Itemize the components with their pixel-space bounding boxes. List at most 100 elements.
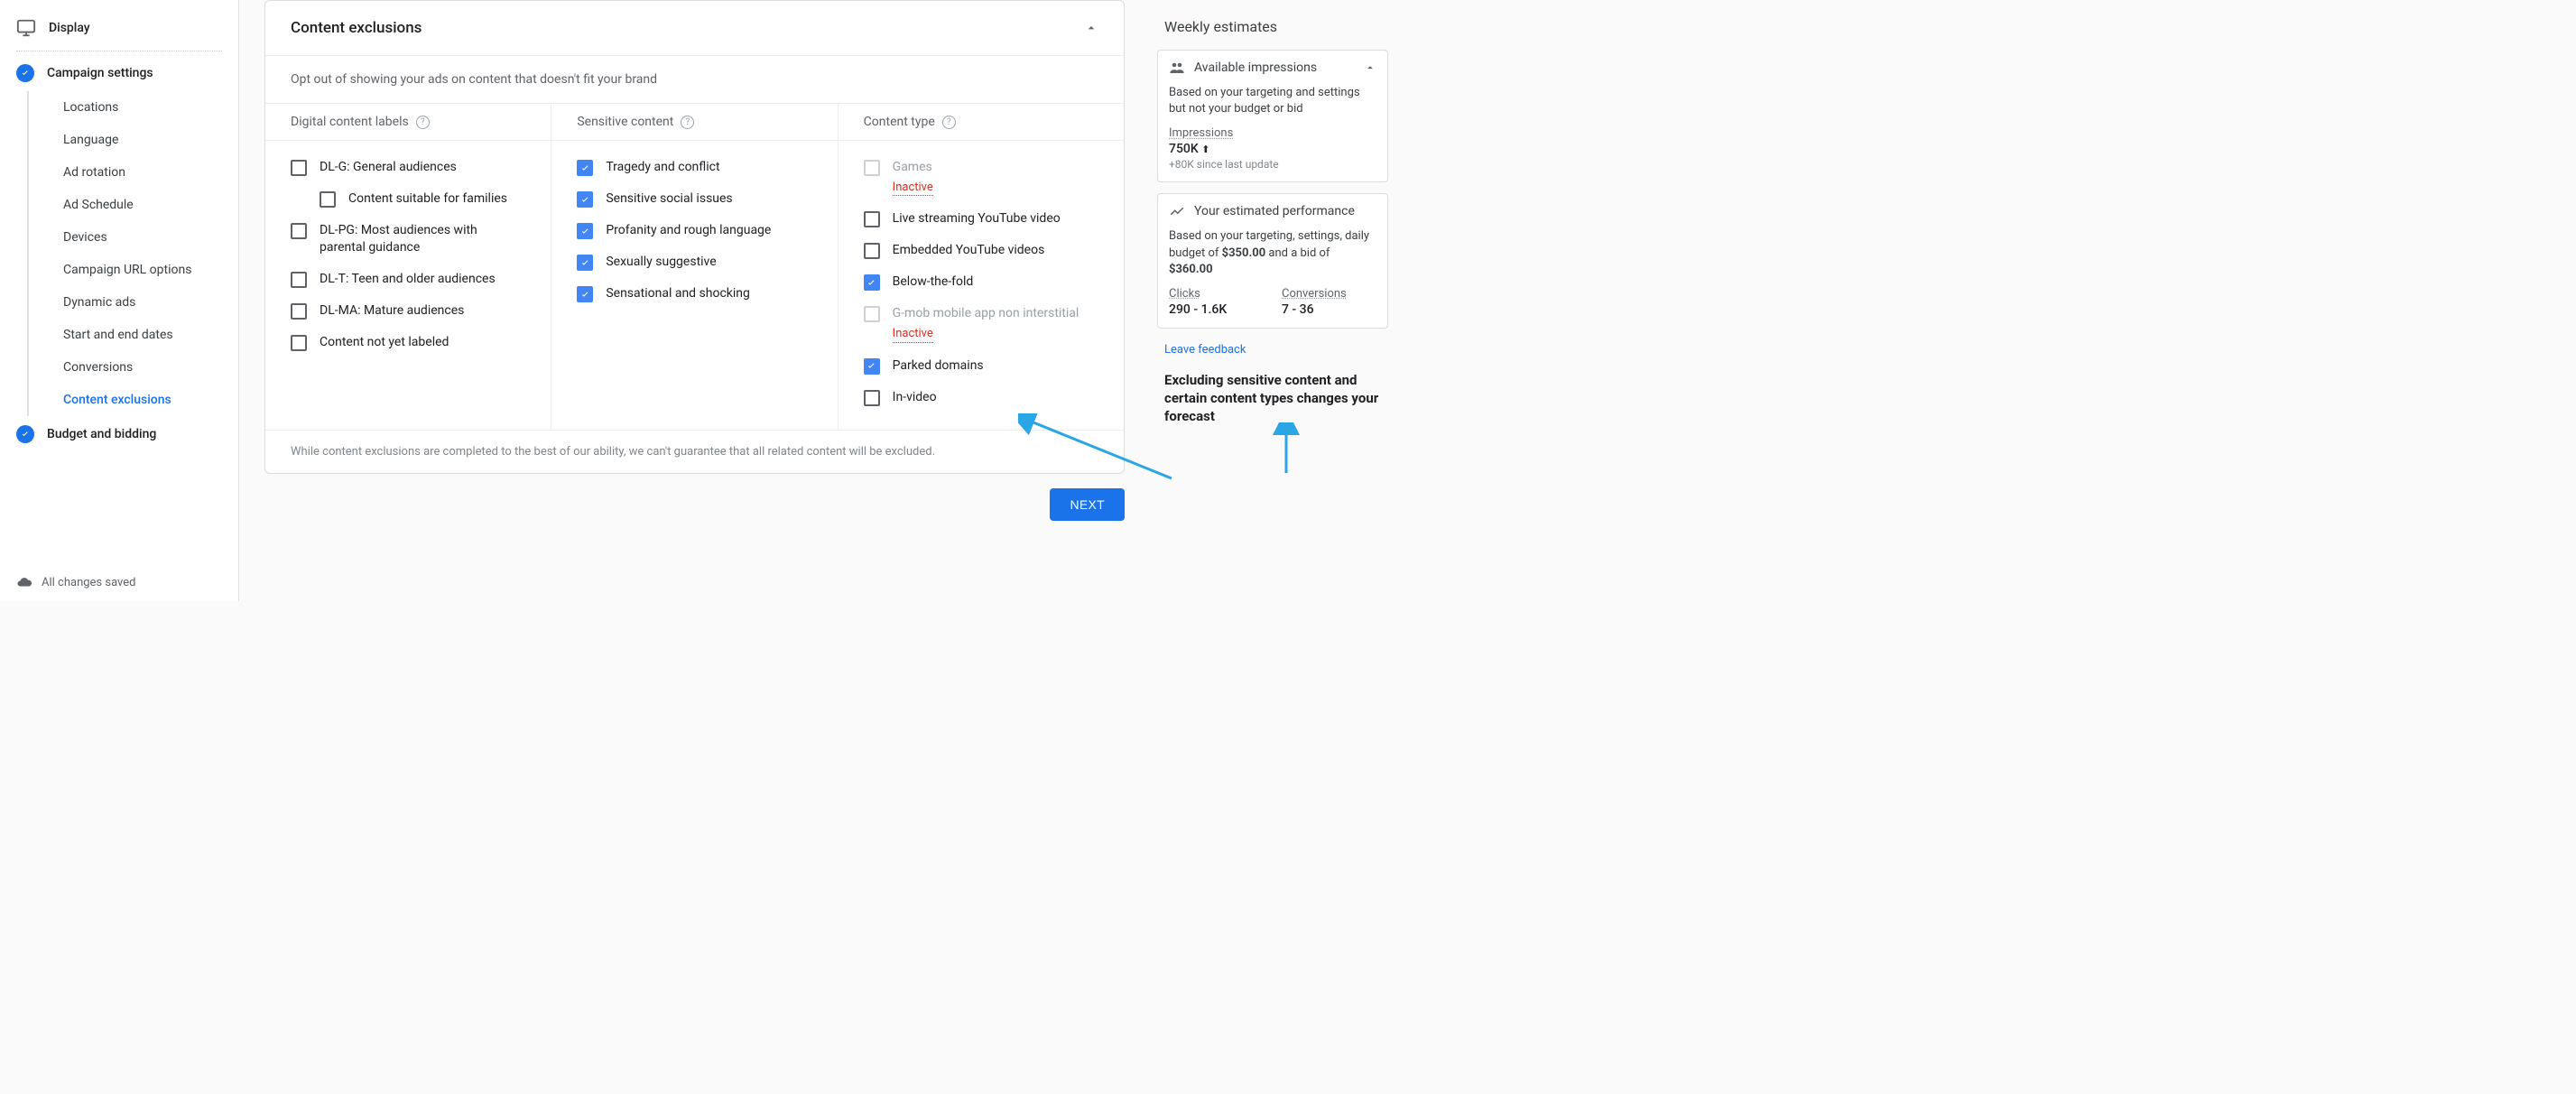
impressions-title: Available impressions: [1194, 60, 1317, 75]
checkbox-embedded-youtube[interactable]: Embedded YouTube videos: [839, 235, 1124, 266]
next-button[interactable]: NEXT: [1050, 488, 1125, 521]
checkbox-families[interactable]: Content suitable for families: [265, 183, 551, 215]
conversions-metric: Conversions 7 - 36: [1282, 287, 1376, 317]
impressions-metric-label: Impressions: [1169, 126, 1376, 140]
card-subtitle: Opt out of showing your ads on content t…: [265, 56, 1124, 104]
col-content-type: Content type ? GamesInactive Live stream…: [839, 104, 1124, 430]
weekly-estimates-title: Weekly estimates: [1157, 18, 1388, 35]
nav-content-exclusions[interactable]: Content exclusions: [29, 384, 238, 416]
checkbox-icon: [864, 160, 880, 176]
checkbox-icon[interactable]: [864, 274, 880, 291]
checkbox-live-youtube[interactable]: Live streaming YouTube video: [839, 203, 1124, 235]
checkbox-icon[interactable]: [291, 272, 307, 288]
nav-locations[interactable]: Locations: [29, 91, 238, 124]
divider: [839, 140, 1124, 141]
checkbox-icon[interactable]: [577, 286, 593, 302]
checkbox-tragedy[interactable]: Tragedy and conflict: [551, 152, 837, 183]
checkbox-not-labeled[interactable]: Content not yet labeled: [265, 327, 551, 358]
nav-display[interactable]: Display: [0, 9, 238, 47]
col-sensitive-content: Sensitive content ? Tragedy and conflict…: [551, 104, 838, 430]
checkbox-below-fold[interactable]: Below-the-fold: [839, 266, 1124, 298]
checkbox-parked[interactable]: Parked domains: [839, 350, 1124, 382]
main-content: Content exclusions Opt out of showing yo…: [239, 0, 1150, 601]
performance-head[interactable]: Your estimated performance: [1158, 194, 1387, 228]
impressions-body: Based on your targeting and settings but…: [1158, 85, 1387, 181]
checkbox-icon[interactable]: [291, 223, 307, 239]
check-circle-icon: [16, 425, 34, 443]
nav-budget-bidding-label: Budget and bidding: [47, 427, 156, 441]
impressions-card: Available impressions Based on your targ…: [1157, 50, 1388, 182]
col2-header: Sensitive content ?: [551, 104, 837, 140]
nav-display-label: Display: [49, 21, 90, 35]
checkbox-sensational[interactable]: Sensational and shocking: [551, 278, 837, 310]
nav-start-end-dates[interactable]: Start and end dates: [29, 319, 238, 351]
checkbox-dl-ma[interactable]: DL-MA: Mature audiences: [265, 295, 551, 327]
nav-conversions[interactable]: Conversions: [29, 351, 238, 384]
checkbox-dl-pg[interactable]: DL-PG: Most audiences with parental guid…: [265, 215, 551, 264]
sidebar: Display Campaign settings Locations Lang…: [0, 0, 239, 601]
col3-header: Content type ?: [839, 104, 1124, 140]
performance-desc: Based on your targeting, settings, daily…: [1169, 228, 1376, 278]
checkbox-icon[interactable]: [864, 243, 880, 259]
nav-devices[interactable]: Devices: [29, 221, 238, 254]
people-icon: [1169, 60, 1185, 76]
nav-subtree: Locations Language Ad rotation Ad Schedu…: [27, 91, 238, 416]
checkbox-dl-g[interactable]: DL-G: General audiences: [265, 152, 551, 183]
nav-ad-rotation[interactable]: Ad rotation: [29, 156, 238, 189]
performance-body: Based on your targeting, settings, daily…: [1158, 228, 1387, 328]
sidebar-scroll: Display Campaign settings Locations Lang…: [0, 9, 238, 562]
checkbox-games: GamesInactive: [839, 152, 1124, 203]
checkbox-icon[interactable]: [577, 160, 593, 176]
impressions-metric-sub: +80K since last update: [1169, 158, 1376, 171]
checkbox-icon[interactable]: [864, 358, 880, 375]
nav-campaign-settings[interactable]: Campaign settings: [0, 55, 238, 91]
clicks-metric: Clicks 290 - 1.6K: [1169, 287, 1264, 317]
checkbox-social-issues[interactable]: Sensitive social issues: [551, 183, 837, 215]
cloud-done-icon: [16, 574, 32, 590]
impressions-metric-value: 750K ⬆: [1169, 142, 1376, 156]
checkbox-sexual[interactable]: Sexually suggestive: [551, 246, 837, 278]
nav-campaign-url[interactable]: Campaign URL options: [29, 254, 238, 286]
nav-ad-schedule[interactable]: Ad Schedule: [29, 189, 238, 221]
divider: [551, 140, 837, 141]
annotation-text: Excluding sensitive content and certain …: [1157, 360, 1388, 433]
checkbox-dl-t[interactable]: DL-T: Teen and older audiences: [265, 264, 551, 295]
checkbox-icon[interactable]: [864, 211, 880, 227]
trend-icon: [1169, 203, 1185, 219]
help-icon[interactable]: ?: [416, 116, 430, 129]
next-row: NEXT: [264, 474, 1125, 524]
impressions-desc: Based on your targeting and settings but…: [1169, 85, 1376, 117]
checkbox-invideo[interactable]: In-video: [839, 382, 1124, 413]
divider: [265, 140, 551, 141]
checkbox-profanity[interactable]: Profanity and rough language: [551, 215, 837, 246]
display-icon: [16, 18, 36, 38]
nav-dynamic-ads[interactable]: Dynamic ads: [29, 286, 238, 319]
nav-budget-bidding[interactable]: Budget and bidding: [0, 416, 238, 452]
checkbox-icon[interactable]: [320, 191, 336, 208]
impressions-head[interactable]: Available impressions: [1158, 51, 1387, 85]
leave-feedback-link[interactable]: Leave feedback: [1157, 339, 1388, 360]
status-text: All changes saved: [42, 576, 136, 589]
exclusion-columns: Digital content labels ? DL-G: General a…: [265, 104, 1124, 430]
col-digital-labels: Digital content labels ? DL-G: General a…: [265, 104, 551, 430]
checkbox-icon[interactable]: [291, 303, 307, 320]
checkbox-icon[interactable]: [577, 191, 593, 208]
chevron-up-icon: [1364, 61, 1376, 74]
checkbox-icon[interactable]: [577, 255, 593, 271]
chevron-up-icon: [1084, 21, 1098, 35]
card-title: Content exclusions: [291, 19, 422, 37]
performance-title: Your estimated performance: [1194, 204, 1355, 218]
col1-header: Digital content labels ?: [265, 104, 551, 140]
help-icon[interactable]: ?: [681, 116, 694, 129]
checkbox-icon[interactable]: [864, 390, 880, 406]
help-icon[interactable]: ?: [942, 116, 956, 129]
nav-campaign-settings-label: Campaign settings: [47, 66, 153, 80]
checkbox-icon[interactable]: [291, 160, 307, 176]
checkbox-icon[interactable]: [577, 223, 593, 239]
performance-card: Your estimated performance Based on your…: [1157, 193, 1388, 329]
nav-language[interactable]: Language: [29, 124, 238, 156]
content-exclusions-card: Content exclusions Opt out of showing yo…: [264, 0, 1125, 474]
card-header[interactable]: Content exclusions: [265, 1, 1124, 56]
status-bar: All changes saved: [0, 562, 238, 601]
checkbox-icon[interactable]: [291, 335, 307, 351]
